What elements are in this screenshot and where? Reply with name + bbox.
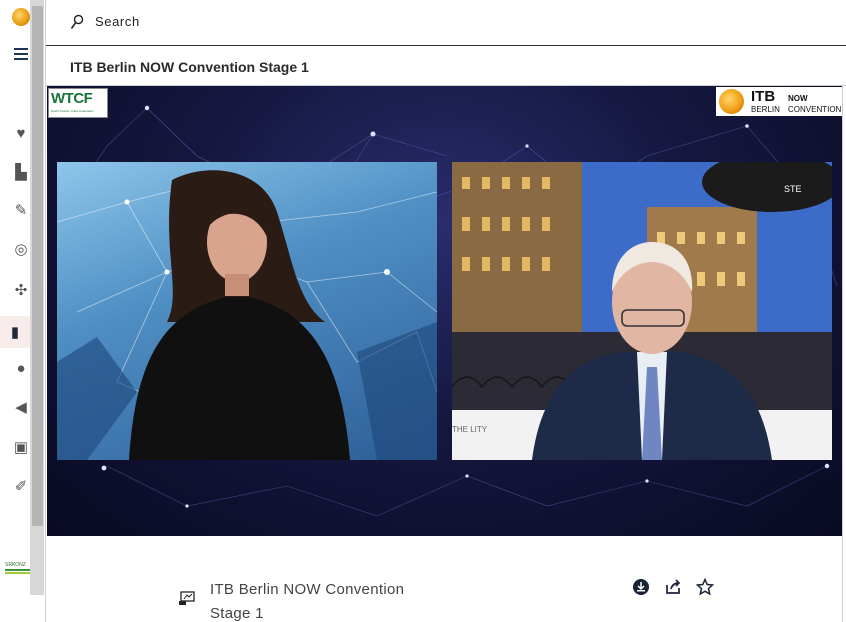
tag-icon: ✎ [14, 202, 28, 219]
network-icon: ✣ [14, 282, 28, 299]
guest-video-frame: STE THE LITY [452, 162, 832, 460]
megaphone-icon: ◀ [15, 399, 27, 416]
search-icon[interactable] [70, 14, 84, 30]
itb-logo: ITB BERLIN NOW CONVENTION [716, 87, 842, 116]
stage-screen-icon [179, 591, 195, 605]
map-pin-icon: ● [16, 359, 26, 377]
stage-button[interactable]: ▙ [10, 161, 32, 183]
wtcf-logo: WTCF World Tourism Cities Federation [48, 88, 108, 118]
search-label[interactable]: Search [95, 14, 140, 29]
page-title: ITB Berlin NOW Convention Stage 1 [70, 59, 309, 75]
view-button[interactable]: ◎ [10, 238, 32, 260]
sponsor-logo[interactable]: SRKONZ [5, 562, 31, 584]
itb-logo-now: NOW [788, 94, 808, 103]
stage-title: ITB Berlin NOW Convention Stage 1 [210, 581, 405, 622]
sign-text: STE [784, 184, 802, 194]
eye-icon: ◎ [14, 241, 28, 258]
tag-button[interactable]: ✎ [10, 199, 32, 221]
trash-icon: ▮ [10, 324, 20, 341]
briefcase-icon: ▣ [13, 439, 29, 456]
share-icon[interactable] [664, 578, 682, 596]
search-bar[interactable]: Search [46, 0, 846, 46]
itb-globe-icon [719, 89, 744, 114]
itb-logo-text: ITB [751, 88, 776, 105]
speakers-button[interactable]: ✐ [10, 475, 32, 497]
sidebar-scrollbar-thumb[interactable] [32, 6, 43, 526]
itb-logo-convention: CONVENTION [788, 105, 842, 114]
video-pane-presenter [57, 162, 437, 460]
download-icon[interactable] [632, 578, 650, 596]
networking-button[interactable]: ✣ [10, 279, 32, 301]
app-window: ♥ ▙ ✎ ◎ ✣ ▮ ● ◀ ▣ ✐ SRKONZ Search ITB Be… [0, 0, 846, 622]
microphone-icon: ✐ [14, 478, 28, 495]
presenter-video-frame [57, 170, 437, 460]
heart-icon: ♥ [16, 124, 26, 142]
exhibitors-button[interactable]: ▣ [10, 436, 32, 458]
background-caption: THE LITY [452, 425, 488, 434]
globe-logo-icon[interactable] [12, 8, 30, 26]
video-player[interactable]: WTCF World Tourism Cities Federation ITB… [47, 86, 842, 536]
star-icon[interactable] [696, 578, 714, 596]
wtcf-logo-text: WTCF [51, 90, 93, 107]
right-edge [842, 86, 846, 622]
menu-icon[interactable] [14, 48, 28, 60]
sessions-button[interactable]: ▮ [0, 316, 30, 348]
page-header: ITB Berlin NOW Convention Stage 1 [46, 46, 846, 86]
stage-info: ITB Berlin NOW Convention Stage 1 [46, 536, 842, 622]
sponsor-text: SRKONZ [5, 562, 26, 568]
video-pane-guest: STE THE LITY [452, 162, 832, 460]
itb-logo-berlin: BERLIN [751, 105, 780, 114]
announcements-button[interactable]: ◀ [10, 396, 32, 418]
favorites-button[interactable]: ♥ [10, 122, 32, 144]
location-button[interactable]: ● [10, 357, 32, 379]
wtcf-logo-subtitle: World Tourism Cities Federation [51, 109, 94, 113]
podium-icon: ▙ [15, 164, 27, 181]
